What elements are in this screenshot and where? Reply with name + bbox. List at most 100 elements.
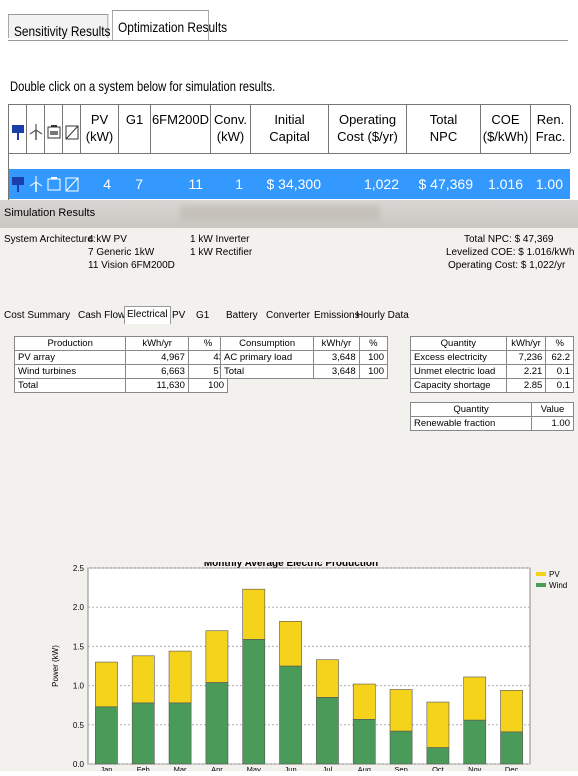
legend-label-wind: Wind	[549, 581, 567, 590]
bar-pv-nov	[463, 676, 487, 721]
consumption-table: Consumption kWh/yr% AC primary load 3,648 1…	[219, 336, 389, 379]
converter-icon	[65, 125, 79, 140]
bar-wind-jan	[95, 706, 118, 765]
header-ren-frac: Ren. Frac.	[531, 105, 571, 153]
x-tick-label: Nov	[468, 765, 482, 771]
bar-wind-nov	[463, 719, 487, 765]
y-axis-label: Power (kW)	[51, 645, 60, 687]
pv-column-icon-header	[9, 105, 27, 153]
cell-pv: 4	[103, 176, 111, 192]
cell-initial-capital: $ 34,300	[266, 176, 322, 192]
table-row[interactable]: 4 7 11 1 $ 34,300 1,022 $ 47,369 1.016 1…	[9, 169, 570, 199]
bar-wind-oct	[426, 747, 450, 765]
header-converter: Conv. (kW)	[211, 105, 251, 153]
bar-wind-mar	[168, 702, 192, 765]
cell-6fm200d: 11	[188, 176, 203, 192]
tab-g1[interactable]: G1	[196, 310, 209, 321]
architecture-label: System Architecture:	[4, 234, 96, 245]
bar-wind-jun	[279, 665, 302, 765]
instruction-text: Double click on a system below for simul…	[10, 78, 276, 94]
x-tick-label: Aug	[358, 765, 371, 771]
table-row: Total 3,648 100	[219, 364, 389, 379]
table-row: AC primary load 3,648 100	[219, 350, 389, 365]
header-pv: PV (kW)	[81, 105, 119, 153]
quantity-table: Quantity kWh/yr% Excess electricity 7,236 6…	[410, 336, 574, 393]
tab-pv[interactable]: PV	[172, 310, 185, 321]
x-tick-label: Oct	[432, 765, 445, 771]
x-tick-label: Sep	[394, 765, 407, 771]
operating-cost: Operating Cost: $ 1,022/yr	[448, 260, 566, 271]
table-row: PV array 4,967 43	[13, 350, 229, 365]
y-tick-label: 1.0	[73, 682, 85, 691]
table-row: Capacity shortage 2.85 0.1	[410, 378, 574, 393]
monthly-production-chart: Monthly Average Electric Production 0.0 0.…	[44, 558, 578, 774]
wind-turbine-icon	[29, 124, 43, 140]
optimization-panel: Sensitivity Results Optimization Results…	[0, 0, 578, 202]
bar-pv-dec	[500, 690, 523, 733]
header-coe: COE ($/kWh)	[481, 105, 531, 153]
x-tick-label: Jan	[100, 765, 112, 771]
bar-wind-aug	[352, 719, 376, 765]
arch-battery: 11 Vision 6FM200D	[88, 260, 175, 271]
y-tick-label: 0.5	[73, 721, 85, 730]
pv-panel-icon	[12, 177, 24, 192]
y-tick-label: 2.0	[73, 603, 85, 612]
table-row: Total 11,630 100	[13, 378, 229, 393]
battery-icon	[47, 125, 61, 139]
bar-pv-oct	[426, 701, 450, 748]
tab-converter[interactable]: Converter	[266, 310, 310, 321]
cell-coe: 1.016	[487, 176, 523, 192]
x-tick-label: Jun	[285, 765, 297, 771]
tab-optimization-results[interactable]: Optimization Results	[112, 10, 227, 40]
battery-icon	[47, 177, 61, 191]
simulation-results-window: Simulation Results System Architecture: …	[0, 200, 578, 774]
pv-panel-icon	[12, 125, 24, 140]
table-row: Unmet electric load 2.21 0.1	[410, 364, 574, 379]
tab-cost-summary[interactable]: Cost Summary	[4, 310, 70, 321]
bar-wind-jul	[316, 697, 339, 765]
legend-swatch-wind	[536, 583, 546, 587]
legend-label-pv: PV	[549, 570, 560, 579]
tab-emissions[interactable]: Emissions	[314, 310, 360, 321]
tab-hourly-data[interactable]: Hourly Data	[356, 310, 409, 321]
bar-pv-feb	[131, 655, 155, 704]
wind-turbine-icon	[29, 176, 43, 192]
table-row: Renewable fraction 1.00	[409, 416, 574, 431]
bar-pv-sep	[389, 689, 413, 732]
header-6fm200d: 6FM200D	[151, 105, 211, 153]
simulation-tabs: Cost Summary Cash Flow Electrical PV G1 …	[0, 306, 578, 330]
x-tick-label: May	[247, 765, 261, 771]
bar-pv-may	[242, 588, 266, 640]
cell-ren-frac: 1.00	[535, 176, 563, 192]
window-title-bar[interactable]: Simulation Results	[0, 200, 578, 228]
wind-column-icon-header	[27, 105, 45, 153]
chart-svg: Monthly Average Electric Production0.00.…	[44, 558, 578, 774]
renewable-fraction-table: Quantity Value Renewable fraction 1.00	[409, 402, 574, 431]
battery-column-icon-header	[45, 105, 63, 153]
arch-inverter: 1 kW Inverter	[190, 234, 250, 245]
arch-pv: 4 kW PV	[88, 234, 127, 245]
y-tick-label: 2.5	[73, 564, 85, 573]
levelized-coe: Levelized COE: $ 1.016/kWh	[446, 247, 575, 258]
bar-wind-sep	[389, 730, 413, 765]
table-row: Wind turbines 6,663 57	[13, 364, 229, 379]
bar-pv-mar	[168, 650, 192, 704]
table-row: Excess electricity 7,236 62.2	[410, 350, 574, 365]
window-title: Simulation Results	[4, 207, 96, 219]
total-npc: Total NPC: $ 47,369	[464, 234, 554, 245]
y-tick-label: 0.0	[73, 760, 85, 769]
bar-wind-apr	[205, 682, 229, 765]
cell-converter: 1	[235, 176, 243, 192]
tab-battery[interactable]: Battery	[226, 310, 258, 321]
tab-electrical[interactable]: Electrical	[124, 306, 171, 324]
bar-wind-may	[242, 639, 266, 765]
header-operating-cost: Operating Cost ($/yr)	[329, 105, 407, 153]
x-tick-label: Jul	[323, 765, 333, 771]
tab-sensitivity-results[interactable]: Sensitivity Results	[8, 14, 111, 39]
converter-column-icon-header	[63, 105, 81, 153]
title-blur	[180, 205, 380, 221]
bar-pv-jun	[279, 621, 302, 667]
header-total-npc: Total NPC	[407, 105, 481, 153]
bar-pv-apr	[205, 630, 229, 683]
tab-cash-flow[interactable]: Cash Flow	[78, 310, 125, 321]
